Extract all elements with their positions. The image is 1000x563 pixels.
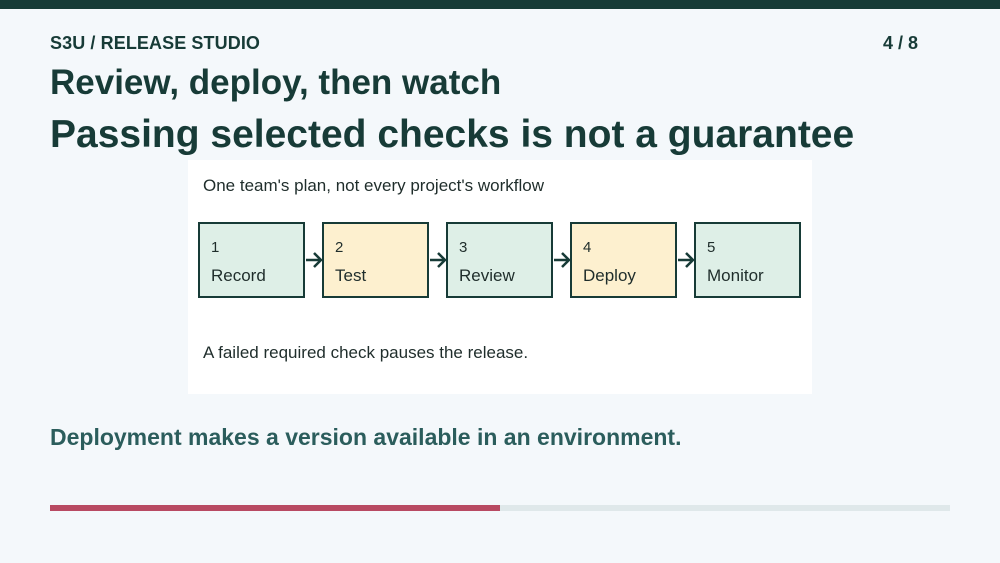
step-label: Monitor — [707, 266, 764, 285]
slide-subheadline: Passing selected checks is not a guarant… — [50, 113, 855, 156]
arrow-right-icon — [678, 252, 695, 268]
step-record: 1 Record — [198, 222, 305, 298]
step-label: Record — [211, 266, 266, 285]
step-label: Test — [335, 266, 367, 285]
deck-kicker: S3U / RELEASE STUDIO — [50, 33, 261, 53]
step-test: 2 Test — [322, 222, 429, 298]
diagram-note: A failed required check pauses the relea… — [203, 343, 529, 362]
step-number: 2 — [335, 239, 344, 256]
step-deploy: 4 Deploy — [570, 222, 677, 298]
step-number: 4 — [583, 239, 592, 256]
arrow-right-icon — [554, 252, 571, 268]
step-number: 3 — [459, 239, 468, 256]
release-steps: 1 Record 2 Test 3 Review 4 Deploy 5 Moni… — [198, 222, 802, 298]
step-number: 1 — [211, 239, 220, 256]
diagram-card: One team's plan, not every project's wor… — [188, 160, 812, 394]
deck-progress-fill — [50, 505, 500, 511]
arrow-right-icon — [430, 252, 447, 268]
step-label: Deploy — [583, 266, 636, 285]
slide-headline: Review, deploy, then watch — [50, 63, 502, 102]
step-review: 3 Review — [446, 222, 553, 298]
arrow-right-icon — [306, 252, 323, 268]
diagram-caption: One team's plan, not every project's wor… — [203, 176, 544, 195]
slide-takeaway: Deployment makes a version available in … — [50, 424, 682, 450]
page-counter: 4 / 8 — [882, 33, 918, 53]
step-number: 5 — [707, 239, 716, 256]
top-accent-bar — [0, 0, 1000, 9]
step-label: Review — [459, 266, 515, 285]
step-monitor: 5 Monitor — [694, 222, 801, 298]
deck-progress-bar — [50, 505, 950, 511]
